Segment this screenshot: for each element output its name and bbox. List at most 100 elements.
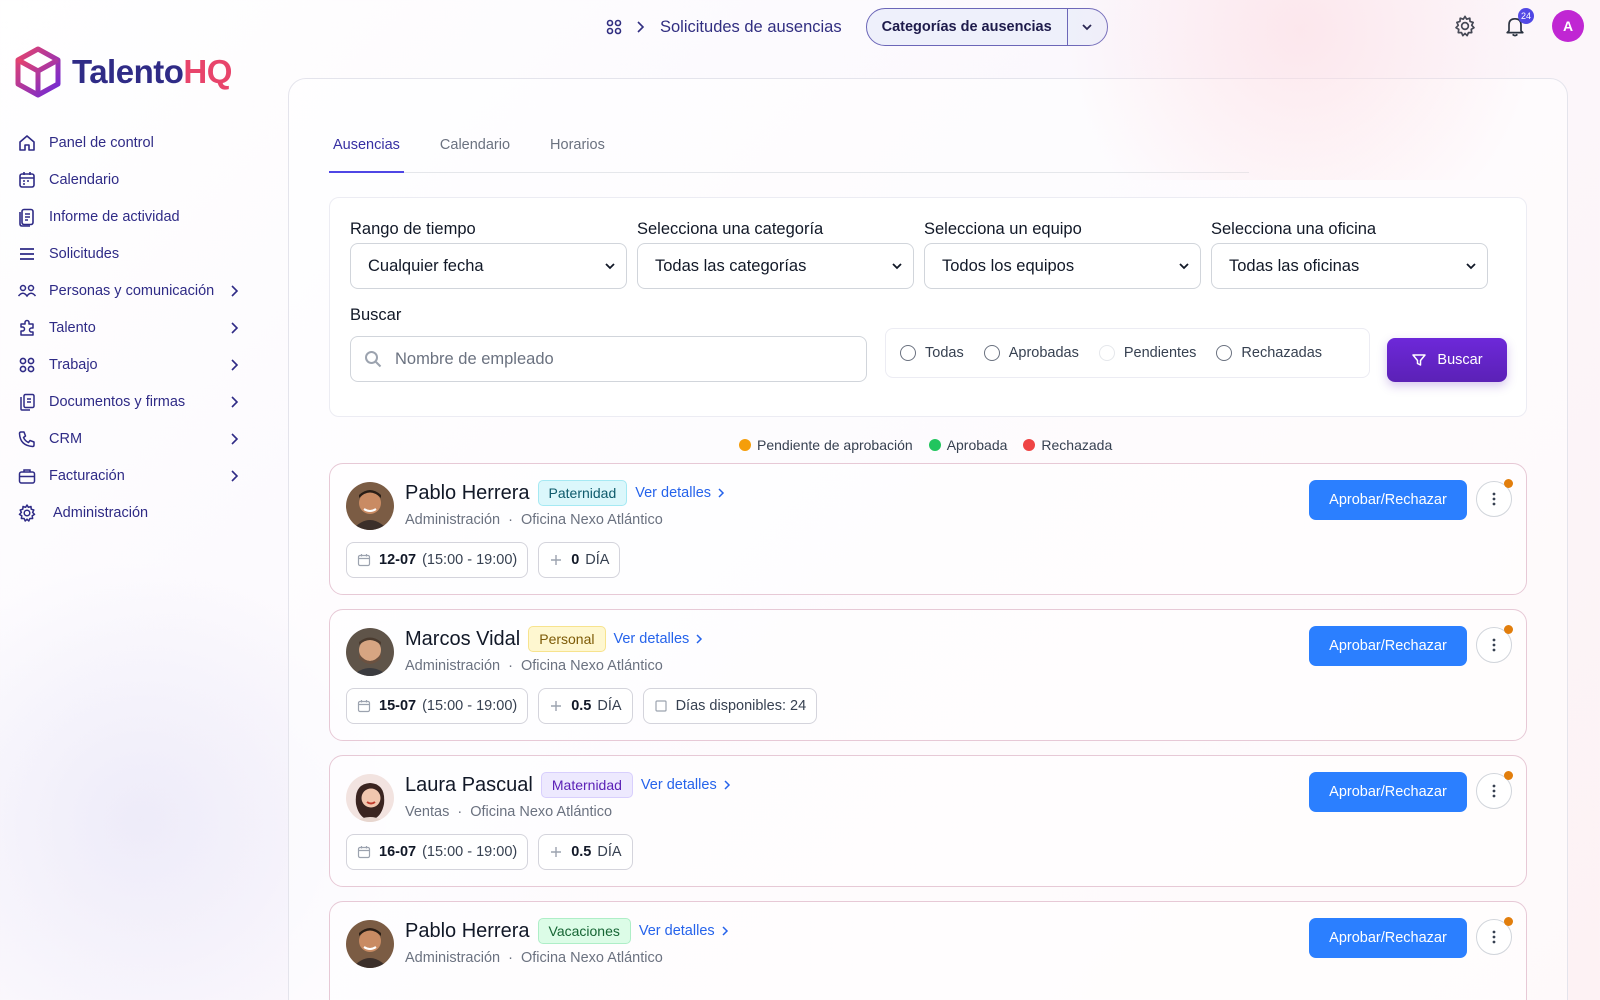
status-radio-pendientes[interactable]: Pendientes xyxy=(1091,335,1205,371)
sidebar-item-talento[interactable]: Talento xyxy=(16,311,242,345)
legend-item-approved: Aprobada xyxy=(928,437,1007,453)
search-icon xyxy=(365,351,382,368)
plus-icon xyxy=(551,701,562,711)
calendar-icon xyxy=(357,554,371,567)
chevron-right-icon xyxy=(722,926,728,936)
apps-icon xyxy=(16,354,38,376)
notifications-bell-icon[interactable]: 24 xyxy=(1502,8,1534,39)
more-vertical-icon xyxy=(1492,638,1496,652)
brand-name: TalentoHQ xyxy=(72,53,232,90)
status-radio-rechazadas[interactable]: Rechazadas xyxy=(1208,335,1330,371)
chevron-right-icon xyxy=(226,468,242,484)
approve-reject-button[interactable]: Aprobar/Rechazar xyxy=(1309,480,1467,520)
view-details-link[interactable]: Ver detalles xyxy=(635,485,725,501)
pending-status-dot xyxy=(1504,625,1513,634)
sidebar-item-panel-de-control[interactable]: Panel de control xyxy=(16,126,242,160)
view-details-link[interactable]: Ver detalles xyxy=(639,923,729,939)
status-legend: Pendiente de aprobación Aprobada Rechaza… xyxy=(739,437,1128,453)
top-breadcrumb-bar: Solicitudes de ausencias Categorías de a… xyxy=(604,8,1108,46)
search-label: Buscar xyxy=(350,306,402,324)
category-select[interactable]: Todas las categorías xyxy=(637,243,914,289)
sidebar-item-crm[interactable]: CRM xyxy=(16,422,242,456)
time-range-select[interactable]: Cualquier fecha xyxy=(350,243,627,289)
rejected-dot xyxy=(1023,439,1036,451)
more-vertical-icon xyxy=(1492,492,1496,506)
settings-gear-icon[interactable] xyxy=(1452,13,1478,39)
approve-reject-button[interactable]: Aprobar/Rechazar xyxy=(1309,626,1467,666)
notifications-count-badge: 24 xyxy=(1518,8,1534,24)
plus-icon xyxy=(551,555,562,565)
absence-request-card: Marcos Vidal Personal Ver detalles Admin… xyxy=(329,609,1527,741)
sidebar-item-calendario[interactable]: Calendario xyxy=(16,163,242,197)
approved-dot xyxy=(928,439,941,451)
calendar-icon xyxy=(357,846,371,859)
sidebar-item-trabajo[interactable]: Trabajo xyxy=(16,348,242,382)
breadcrumb-current[interactable]: Solicitudes de ausencias xyxy=(660,18,842,37)
search-button[interactable]: Buscar xyxy=(1387,338,1507,382)
tab-ausencias[interactable]: Ausencias xyxy=(329,135,404,173)
sidebar-item-solicitudes[interactable]: Solicitudes xyxy=(16,237,242,271)
approve-reject-button[interactable]: Aprobar/Rechazar xyxy=(1309,918,1467,958)
more-options-button[interactable] xyxy=(1476,625,1513,663)
calendar-icon xyxy=(357,700,371,713)
pending-status-dot xyxy=(1504,479,1513,488)
briefcase-icon xyxy=(16,465,38,487)
brand-logo[interactable]: TalentoHQ xyxy=(14,46,232,98)
team-select[interactable]: Todos los equipos xyxy=(924,243,1201,289)
view-details-link[interactable]: Ver detalles xyxy=(641,777,731,793)
legend-item-pending: Pendiente de aprobación xyxy=(739,437,913,453)
documents-icon xyxy=(16,391,38,413)
sidebar-nav: Panel de control Calendario Informe de a… xyxy=(16,126,242,533)
view-details-link[interactable]: Ver detalles xyxy=(614,631,704,647)
report-icon xyxy=(16,206,38,228)
search-placeholder: Nombre de empleado xyxy=(395,349,554,368)
chevron-down-icon xyxy=(605,263,615,270)
more-options-button[interactable] xyxy=(1476,771,1513,809)
tab-calendario[interactable]: Calendario xyxy=(436,135,514,173)
apps-grid-icon[interactable] xyxy=(604,17,624,37)
date-chip: 15-07 (15:00 - 19:00) xyxy=(346,688,529,724)
chevron-down-icon[interactable] xyxy=(1066,9,1107,45)
office-select[interactable]: Todas las oficinas xyxy=(1211,243,1488,289)
employee-meta: Administración · Oficina Nexo Atlántico xyxy=(405,950,663,966)
chevron-down-icon xyxy=(1466,263,1476,270)
chevron-right-icon xyxy=(718,488,725,498)
absence-categories-button[interactable]: Categorías de ausencias xyxy=(865,8,1108,46)
tab-horarios[interactable]: Horarios xyxy=(546,135,609,173)
employee-avatar xyxy=(346,482,394,530)
request-header: Pablo Herrera Paternidad Ver detalles xyxy=(405,480,725,506)
employee-meta: Ventas · Oficina Nexo Atlántico xyxy=(405,804,613,820)
sidebar-item-facturacion[interactable]: Facturación xyxy=(16,459,242,493)
chevron-right-icon xyxy=(226,283,242,299)
sidebar-item-administracion[interactable]: Administración xyxy=(16,496,242,530)
sidebar-item-personas-y-comunicacion[interactable]: Personas y comunicación xyxy=(16,274,242,308)
cube-logo-icon xyxy=(15,46,61,98)
chevron-down-icon xyxy=(1179,263,1189,270)
employee-search-input[interactable]: Nombre de empleado xyxy=(350,336,867,382)
gear-icon xyxy=(16,502,38,524)
employee-avatar xyxy=(346,920,394,968)
chevron-down-icon xyxy=(892,263,902,270)
date-chip: 12-07 (15:00 - 19:00) xyxy=(346,542,529,578)
employee-name: Pablo Herrera xyxy=(405,919,530,942)
request-chips: 16-07 (15:00 - 19:00) 0.5 DÍA xyxy=(346,834,633,870)
approve-reject-button[interactable]: Aprobar/Rechazar xyxy=(1309,772,1467,812)
sidebar-item-documentos-y-firmas[interactable]: Documentos y firmas xyxy=(16,385,242,419)
phone-icon xyxy=(16,428,38,450)
status-radio-aprobadas[interactable]: Aprobadas xyxy=(976,335,1087,371)
more-options-button[interactable] xyxy=(1476,479,1513,517)
more-options-button[interactable] xyxy=(1476,917,1513,955)
status-radio-todas[interactable]: Todas xyxy=(892,335,972,371)
employee-name: Pablo Herrera xyxy=(405,481,530,504)
chevron-right-icon xyxy=(226,357,242,373)
category-filter: Selecciona una categoría Todas las categ… xyxy=(637,220,914,289)
team-filter: Selecciona un equipo Todos los equipos xyxy=(924,220,1201,289)
sidebar-item-informe-de-actividad[interactable]: Informe de actividad xyxy=(16,200,242,234)
list-icon xyxy=(16,243,38,265)
radio-circle xyxy=(900,345,916,361)
days-chip: 0.5 DÍA xyxy=(538,688,633,724)
office-filter: Selecciona una oficina Todas las oficina… xyxy=(1211,220,1488,289)
user-avatar[interactable]: A xyxy=(1552,10,1584,42)
filter-icon xyxy=(1412,354,1427,366)
checkbox-icon xyxy=(654,700,667,712)
